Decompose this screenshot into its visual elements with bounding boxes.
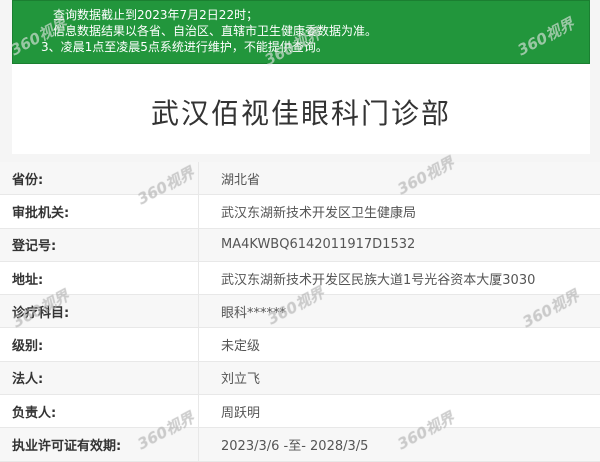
row-value: 未定级 bbox=[199, 328, 600, 361]
row-value: 周跃明 bbox=[199, 395, 600, 428]
row-label: 负责人: bbox=[0, 395, 199, 428]
notice-line-2: 信息数据结果以各省、自治区、直辖市卫生健康委数据为准。 bbox=[53, 23, 589, 39]
row-value: 刘立飞 bbox=[199, 361, 600, 394]
row-value: 眼科****** bbox=[199, 295, 600, 328]
notice-banner: 查询数据截止到2023年7月2日22时； 信息数据结果以各省、自治区、直辖市卫生… bbox=[12, 0, 590, 64]
row-value: 武汉东湖新技术开发区民族大道1号光谷资本大厦3030 bbox=[199, 261, 600, 294]
table-row: 省份: 湖北省 bbox=[0, 162, 600, 195]
row-label: 诊疗科目: bbox=[0, 295, 199, 328]
row-value: 武汉东湖新技术开发区卫生健康局 bbox=[199, 195, 600, 228]
title-section: 武汉佰视佳眼科门诊部 bbox=[12, 64, 590, 154]
table-row: 审批机关: 武汉东湖新技术开发区卫生健康局 bbox=[0, 195, 600, 228]
table-row: 执业许可证有效期: 2023/3/6 -至- 2028/3/5 bbox=[0, 428, 600, 461]
row-label: 省份: bbox=[0, 162, 199, 195]
table-row: 地址: 武汉东湖新技术开发区民族大道1号光谷资本大厦3030 bbox=[0, 261, 600, 294]
row-label: 登记号: bbox=[0, 228, 199, 261]
row-value: 2023/3/6 -至- 2028/3/5 bbox=[199, 428, 600, 461]
row-value: MA4KWBQ6142011917D1532 bbox=[199, 228, 600, 261]
table-row: 负责人: 周跃明 bbox=[0, 395, 600, 428]
info-table: 省份: 湖北省 审批机关: 武汉东湖新技术开发区卫生健康局 登记号: MA4KW… bbox=[0, 162, 600, 462]
row-label: 审批机关: bbox=[0, 195, 199, 228]
row-label: 级别: bbox=[0, 328, 199, 361]
row-value: 湖北省 bbox=[199, 162, 600, 195]
row-label: 法人: bbox=[0, 361, 199, 394]
page-title: 武汉佰视佳眼科门诊部 bbox=[12, 92, 590, 132]
row-label: 地址: bbox=[0, 261, 199, 294]
row-label: 执业许可证有效期: bbox=[0, 428, 199, 461]
notice-line-3: 3、凌晨1点至凌晨5点系统进行维护，不能提供查询。 bbox=[41, 39, 589, 55]
table-row: 法人: 刘立飞 bbox=[0, 361, 600, 394]
table-row: 诊疗科目: 眼科****** bbox=[0, 295, 600, 328]
table-row: 级别: 未定级 bbox=[0, 328, 600, 361]
table-row: 登记号: MA4KWBQ6142011917D1532 bbox=[0, 228, 600, 261]
notice-line-1: 查询数据截止到2023年7月2日22时； bbox=[53, 7, 589, 23]
